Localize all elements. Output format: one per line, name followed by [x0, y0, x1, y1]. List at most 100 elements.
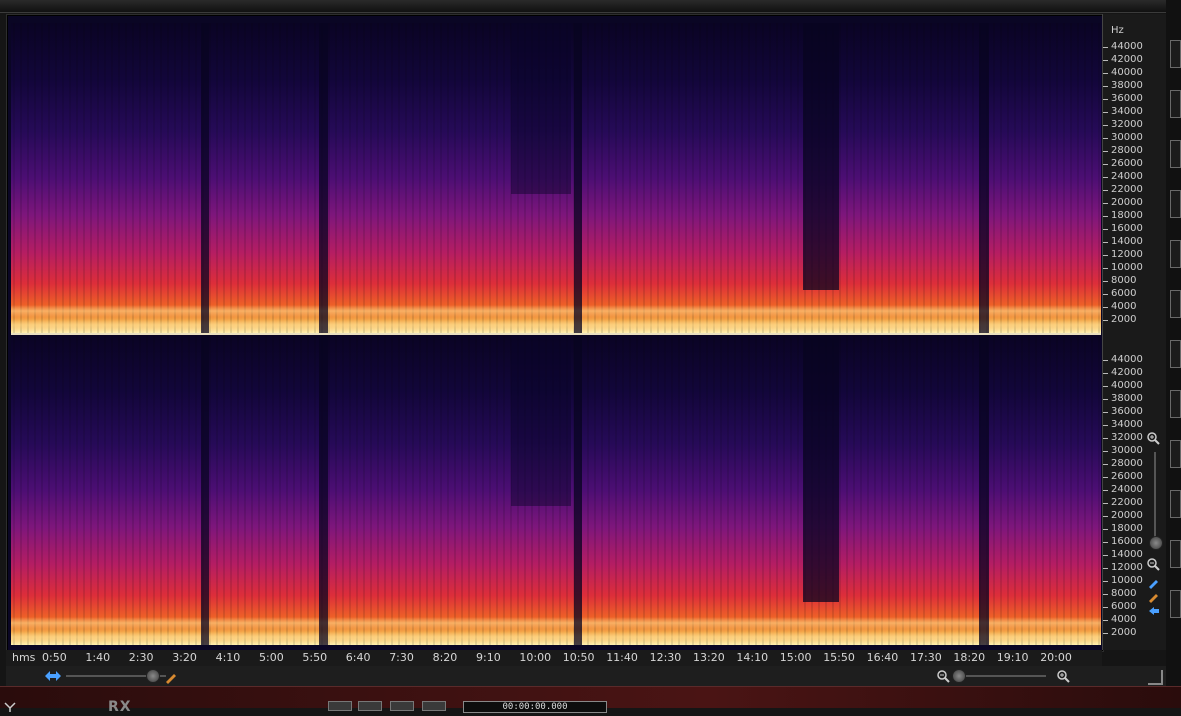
- time-tick-label: 1:40: [85, 651, 111, 664]
- frequency-tick: [1103, 360, 1108, 361]
- frequency-tick: [1103, 177, 1108, 178]
- frequency-tick: [1103, 151, 1108, 152]
- frequency-label: 8000: [1111, 275, 1137, 286]
- zoom-in-icon[interactable]: [1056, 668, 1070, 687]
- frequency-label: 22000: [1111, 497, 1143, 508]
- frequency-tick: [1103, 594, 1108, 595]
- energy-band: [11, 319, 1101, 331]
- frequency-label: 2000: [1111, 314, 1137, 325]
- panel-button[interactable]: [1170, 140, 1181, 168]
- vertical-zoom-out-icon[interactable]: [1146, 556, 1160, 575]
- panel-button[interactable]: [1170, 490, 1181, 518]
- time-tick-label: 8:20: [432, 651, 458, 664]
- bottom-control-bar: RX 00:00:00.000: [0, 686, 1181, 715]
- silence-gap: [803, 23, 839, 290]
- spectrogram-channel-right[interactable]: [11, 335, 1101, 645]
- frequency-label: 32000: [1111, 119, 1143, 130]
- frequency-label: 34000: [1111, 106, 1143, 117]
- frequency-tick: [1103, 620, 1108, 621]
- panel-button[interactable]: [1170, 540, 1181, 568]
- frequency-zoom-knob[interactable]: [952, 669, 966, 683]
- frequency-tick: [1103, 86, 1108, 87]
- frequency-tick: [1103, 503, 1108, 504]
- spectrogram-view[interactable]: [6, 14, 1104, 652]
- frequency-label: 22000: [1111, 184, 1143, 195]
- panel-button[interactable]: [1170, 190, 1181, 218]
- frequency-tick: [1103, 542, 1108, 543]
- frequency-label: 42000: [1111, 367, 1143, 378]
- frequency-label: 44000: [1111, 41, 1143, 52]
- frequency-tick: [1103, 190, 1108, 191]
- panel-button[interactable]: [1170, 440, 1181, 468]
- time-tick-label: 20:00: [1040, 651, 1072, 664]
- frequency-tick: [1103, 229, 1108, 230]
- frequency-label: 24000: [1111, 171, 1143, 182]
- frequency-tick: [1103, 581, 1108, 582]
- frequency-label: 6000: [1111, 601, 1137, 612]
- frequency-tick: [1103, 125, 1108, 126]
- frequency-tick: [1103, 412, 1108, 413]
- vertical-zoom-track[interactable]: [1154, 452, 1156, 542]
- panel-button[interactable]: [1170, 290, 1181, 318]
- time-tick-label: 12:30: [649, 651, 682, 664]
- silence-gap: [319, 335, 328, 645]
- transport-button[interactable]: [390, 701, 414, 711]
- horizontal-scroll-icon[interactable]: [44, 668, 62, 687]
- arrow-icon[interactable]: [1148, 602, 1160, 621]
- silence-gap: [201, 23, 209, 333]
- frequency-label: 20000: [1111, 510, 1143, 521]
- transport-button[interactable]: [422, 701, 446, 711]
- vertical-zoom-in-icon[interactable]: [1146, 430, 1160, 449]
- panel-button[interactable]: [1170, 240, 1181, 268]
- frequency-tick: [1103, 490, 1108, 491]
- frequency-label: 14000: [1111, 236, 1143, 247]
- horizontal-navigation-bar: [6, 666, 1166, 686]
- frequency-label: 18000: [1111, 210, 1143, 221]
- frequency-tick: [1103, 320, 1108, 321]
- time-tick-label: 15:50: [823, 651, 855, 664]
- transport-button[interactable]: [358, 701, 382, 711]
- time-readout[interactable]: 00:00:00.000: [463, 701, 607, 713]
- zoom-out-icon[interactable]: [936, 668, 950, 687]
- silence-gap: [574, 23, 582, 333]
- silence-gap: [803, 335, 839, 602]
- frequency-label: 38000: [1111, 393, 1143, 404]
- time-tick-label: 10:00: [519, 651, 552, 664]
- panel-button[interactable]: [1170, 590, 1181, 618]
- frequency-tick: [1103, 216, 1108, 217]
- frequency-label: 32000: [1111, 432, 1143, 443]
- transport-button[interactable]: [328, 701, 352, 711]
- frequency-tick: [1103, 373, 1108, 374]
- panel-button[interactable]: [1170, 340, 1181, 368]
- time-ruler[interactable]: hms 0:50 1:40 2:30 3:20 4:10 5:00 5:50 6:40 7:30…: [6, 650, 1102, 666]
- frequency-tick: [1103, 268, 1108, 269]
- frequency-tick: [1103, 607, 1108, 608]
- vertical-zoom-knob[interactable]: [1149, 536, 1163, 550]
- time-tick-label: 2:30: [128, 651, 154, 664]
- frequency-tick: [1103, 112, 1108, 113]
- spectrogram-channel-left[interactable]: [11, 23, 1101, 333]
- panel-button[interactable]: [1170, 390, 1181, 418]
- horizontal-zoom-knob[interactable]: [146, 669, 160, 683]
- frequency-tick: [1103, 633, 1108, 634]
- time-tick-label: 5:50: [302, 651, 328, 664]
- panel-button[interactable]: [1170, 40, 1181, 68]
- frequency-tick: [1103, 99, 1108, 100]
- frequency-label: 30000: [1111, 445, 1143, 456]
- frequency-label: 4000: [1111, 614, 1137, 625]
- frequency-tick: [1103, 451, 1108, 452]
- frequency-label: 18000: [1111, 523, 1143, 534]
- frequency-tick: [1103, 516, 1108, 517]
- time-tick-label: 13:20: [693, 651, 725, 664]
- frequency-tick: [1103, 60, 1108, 61]
- energy-band: [11, 305, 1101, 317]
- panel-button[interactable]: [1170, 90, 1181, 118]
- frequency-tick: [1103, 399, 1108, 400]
- frequency-label: 28000: [1111, 145, 1143, 156]
- frequency-zoom-slider[interactable]: [954, 675, 1046, 677]
- frequency-tick: [1103, 73, 1108, 74]
- frequency-label: 6000: [1111, 288, 1137, 299]
- frequency-label: 40000: [1111, 67, 1143, 78]
- time-tick-label: 5:00: [259, 651, 284, 664]
- time-tick-label: 9:10: [476, 651, 501, 664]
